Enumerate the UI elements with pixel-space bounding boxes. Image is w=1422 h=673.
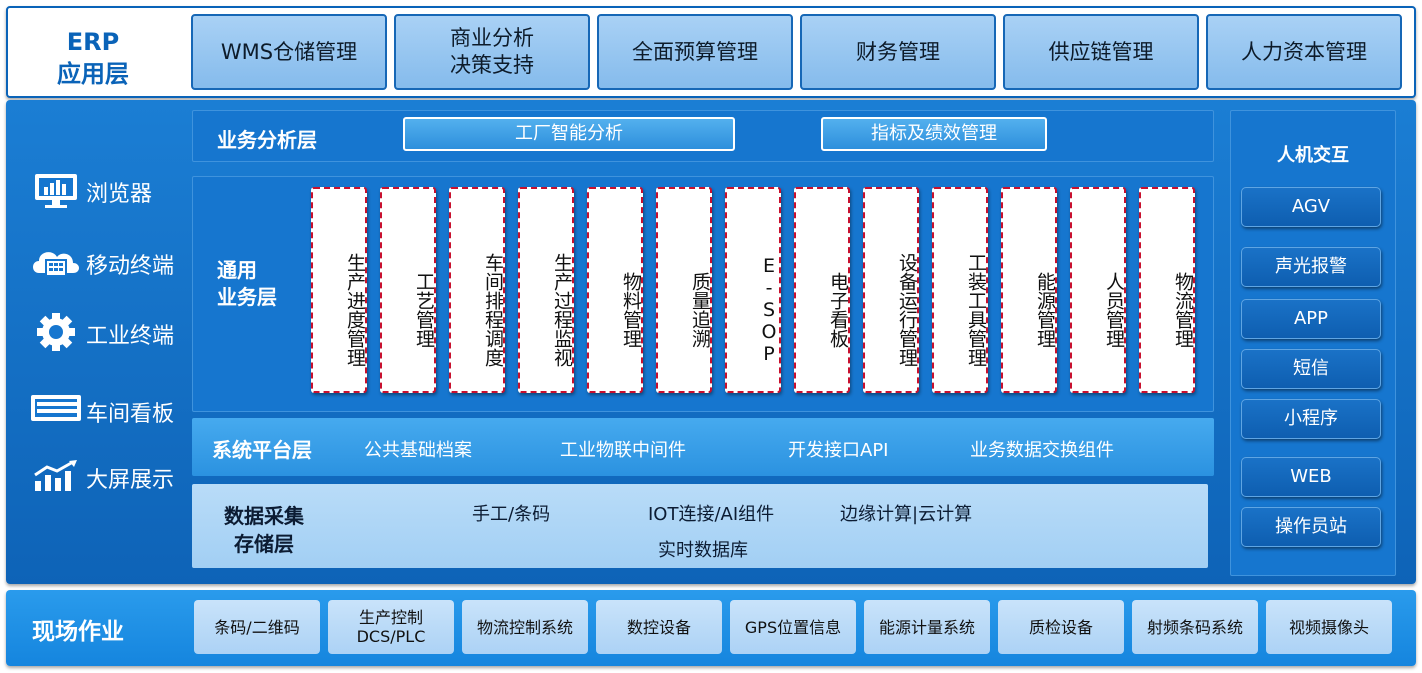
hmi-app-button[interactable]: APP: [1241, 299, 1381, 339]
client-browser[interactable]: 浏览器: [28, 170, 188, 210]
data-item-edge-cloud[interactable]: 边缘计算|云计算: [840, 500, 972, 526]
erp-application-layer: ERP 应用层 WMS仓储管理 商业分析 决策支持 全面预算管理 财务管理 供应链…: [6, 6, 1416, 98]
factory-intelligence-analysis-button[interactable]: 工厂智能分析: [403, 117, 735, 151]
erp-module-budget[interactable]: 全面预算管理: [597, 14, 793, 90]
common-layer-title: 通用 业务层: [217, 258, 277, 309]
business-analysis-layer: 业务分析层 工厂智能分析 指标及绩效管理: [192, 110, 1214, 162]
system-item-data-exchange[interactable]: 业务数据交换组件: [970, 436, 1114, 462]
hmi-sms-button[interactable]: 短信: [1241, 349, 1381, 389]
module-process[interactable]: 工艺管理: [380, 187, 436, 393]
module-material[interactable]: 物料管理: [587, 187, 643, 393]
data-item-realtime-db[interactable]: 实时数据库: [658, 536, 748, 562]
mes-platform-panel: 浏览器 移动终端 工业终端 车间看板 大屏展示 业务分析层 工厂智能分析 指标及…: [6, 100, 1416, 584]
module-esop[interactable]: E-SOP: [725, 187, 781, 393]
field-operations-layer: 现场作业 条码/二维码 生产控制 DCS/PLC 物流控制系统 数控设备 GPS位…: [6, 590, 1416, 666]
data-collection-storage-layer: 数据采集 存储层 手工/条码 IOT连接/AI组件 边缘计算|云计算 实时数据库: [192, 484, 1208, 568]
monitor-icon: [28, 170, 84, 210]
erp-module-supply-chain[interactable]: 供应链管理: [1003, 14, 1199, 90]
field-quality-inspection[interactable]: 质检设备: [998, 600, 1124, 654]
data-item-iot-ai[interactable]: IOT连接/AI组件: [648, 500, 774, 526]
system-item-dev-api[interactable]: 开发接口API: [788, 436, 888, 462]
hmi-operator-station-button[interactable]: 操作员站: [1241, 507, 1381, 547]
system-platform-layer: 系统平台层 公共基础档案 工业物联中间件 开发接口API 业务数据交换组件: [192, 418, 1214, 476]
client-workshop-board[interactable]: 车间看板: [28, 390, 188, 430]
field-video-camera[interactable]: 视频摄像头: [1266, 600, 1392, 654]
module-personnel[interactable]: 人员管理: [1070, 187, 1126, 393]
common-business-layer: 通用 业务层 生产进度管理 工艺管理 车间排程调度 生产过程监视 物料管理 质量…: [192, 176, 1214, 412]
module-equipment-operation[interactable]: 设备运行管理: [863, 187, 919, 393]
system-layer-title: 系统平台层: [212, 438, 312, 462]
hmi-column: 人机交互 AGV 声光报警 APP 短信 小程序 WEB 操作员站: [1230, 110, 1396, 576]
field-production-control[interactable]: 生产控制 DCS/PLC: [328, 600, 454, 654]
field-cnc-equipment[interactable]: 数控设备: [596, 600, 722, 654]
system-item-iot-middleware[interactable]: 工业物联中间件: [560, 436, 686, 462]
field-logistics-control[interactable]: 物流控制系统: [462, 600, 588, 654]
field-rfid-barcode[interactable]: 射频条码系统: [1132, 600, 1258, 654]
gear-icon: [28, 312, 84, 352]
erp-layer-title: ERP 应用层: [57, 28, 129, 88]
data-item-manual-barcode[interactable]: 手工/条码: [472, 500, 550, 526]
field-barcode-qrcode[interactable]: 条码/二维码: [194, 600, 320, 654]
analysis-layer-title: 业务分析层: [217, 128, 317, 152]
module-production-progress[interactable]: 生产进度管理: [311, 187, 367, 393]
client-industrial-terminal[interactable]: 工业终端: [28, 312, 188, 352]
module-quality-trace[interactable]: 质量追溯: [656, 187, 712, 393]
chart-icon: [28, 456, 84, 496]
erp-module-wms[interactable]: WMS仓储管理: [191, 14, 387, 90]
module-logistics[interactable]: 物流管理: [1139, 187, 1195, 393]
erp-module-finance[interactable]: 财务管理: [800, 14, 996, 90]
module-process-monitoring[interactable]: 生产过程监视: [518, 187, 574, 393]
erp-module-business-analysis[interactable]: 商业分析 决策支持: [394, 14, 590, 90]
module-scheduling[interactable]: 车间排程调度: [449, 187, 505, 393]
field-energy-metering[interactable]: 能源计量系统: [864, 600, 990, 654]
field-layer-title: 现场作业: [32, 619, 124, 645]
board-icon: [28, 390, 84, 430]
client-big-screen[interactable]: 大屏展示: [28, 456, 188, 496]
hmi-mini-program-button[interactable]: 小程序: [1241, 399, 1381, 439]
kpi-performance-button[interactable]: 指标及绩效管理: [821, 117, 1047, 151]
cloud-device-icon: [28, 242, 84, 282]
field-gps-location[interactable]: GPS位置信息: [730, 600, 856, 654]
module-electronic-board[interactable]: 电子看板: [794, 187, 850, 393]
data-layer-title: 数据采集 存储层: [224, 504, 304, 556]
hmi-agv-button[interactable]: AGV: [1241, 187, 1381, 227]
hmi-web-button[interactable]: WEB: [1241, 457, 1381, 497]
erp-module-hr[interactable]: 人力资本管理: [1206, 14, 1402, 90]
module-tooling[interactable]: 工装工具管理: [932, 187, 988, 393]
client-mobile[interactable]: 移动终端: [28, 242, 188, 282]
hmi-alarm-button[interactable]: 声光报警: [1241, 247, 1381, 287]
module-energy[interactable]: 能源管理: [1001, 187, 1057, 393]
system-item-basic-archives[interactable]: 公共基础档案: [364, 436, 472, 462]
hmi-title: 人机交互: [1277, 145, 1349, 166]
